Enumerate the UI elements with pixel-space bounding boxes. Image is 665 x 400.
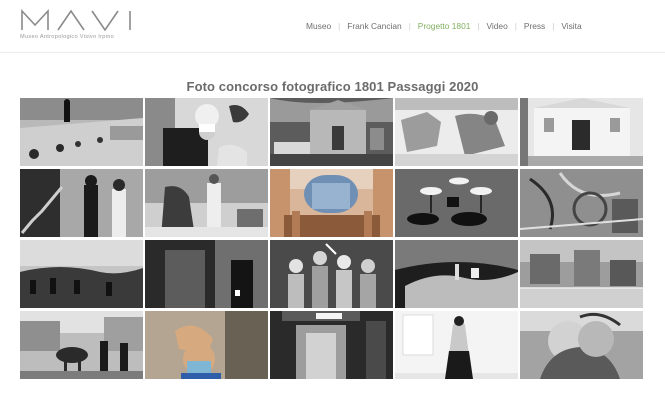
photo-horse-cart-street[interactable] xyxy=(20,311,143,379)
nav-item-museo[interactable]: Museo xyxy=(306,21,331,31)
photo-man-with-mask[interactable] xyxy=(145,311,268,379)
mavi-logo[interactable]: Museo Antropologico Visivo Irpino xyxy=(20,8,140,44)
photo-shirt-on-table[interactable] xyxy=(395,98,518,166)
photo-group-celebration[interactable] xyxy=(270,240,393,308)
photo-women-in-courtyard[interactable] xyxy=(145,169,268,237)
photo-archway-street[interactable] xyxy=(270,311,393,379)
photo-staircase-women[interactable] xyxy=(20,169,143,237)
nav-item-press[interactable]: Press xyxy=(524,21,545,31)
nav-separator: | xyxy=(477,21,480,31)
photo-city-reflection[interactable] xyxy=(520,240,643,308)
photo-graffiti-reflection[interactable] xyxy=(520,169,643,237)
nav-item-video[interactable]: Video xyxy=(486,21,507,31)
photo-street-steps-figure[interactable] xyxy=(20,98,143,166)
photo-hilltop-crowd[interactable] xyxy=(20,240,143,308)
nav-separator: | xyxy=(338,21,341,31)
site-header: Museo Antropologico Visivo Irpino Museo … xyxy=(0,0,665,53)
nav-item-visita[interactable]: Visita xyxy=(561,21,581,31)
photo-dark-doorway[interactable] xyxy=(145,240,268,308)
photo-cafe-tables-shadows[interactable] xyxy=(395,169,518,237)
mavi-logo-mark xyxy=(21,8,131,32)
page-title: Foto concorso fotografico 1801 Passaggi … xyxy=(186,78,479,94)
logo-subtitle: Museo Antropologico Visivo Irpino xyxy=(20,34,115,40)
photo-woman-back-gallery[interactable] xyxy=(395,311,518,379)
photo-church-altar-painting[interactable] xyxy=(270,169,393,237)
main-nav: Museo | Frank Cancian | Progetto 1801 | … xyxy=(306,19,582,33)
photo-couple-embrace[interactable] xyxy=(520,311,643,379)
photo-masked-woman-doorway[interactable] xyxy=(145,98,268,166)
photo-gallery xyxy=(20,98,643,381)
nav-separator: | xyxy=(552,21,555,31)
photo-white-church-facade[interactable] xyxy=(520,98,643,166)
photo-hillside-town-sky[interactable] xyxy=(395,240,518,308)
nav-item-frank-cancian[interactable]: Frank Cancian xyxy=(347,21,401,31)
nav-separator: | xyxy=(514,21,517,31)
photo-church-facade-car[interactable] xyxy=(270,98,393,166)
nav-separator: | xyxy=(408,21,411,31)
nav-item-progetto-1801[interactable]: Progetto 1801 xyxy=(418,21,471,31)
